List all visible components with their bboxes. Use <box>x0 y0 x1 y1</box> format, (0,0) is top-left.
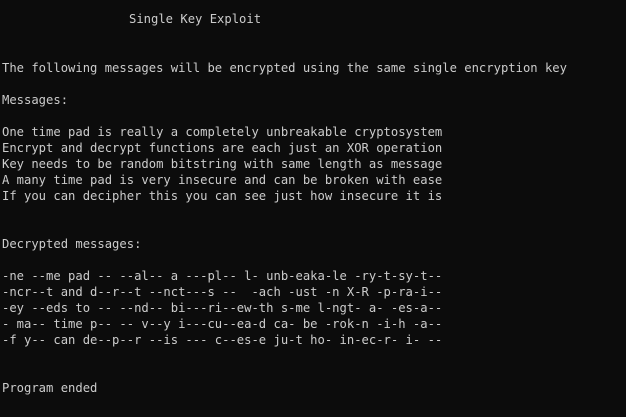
decrypted-line: -ncr--t and d--r--t --nct---s -- -ach -u… <box>2 285 443 299</box>
decrypted-line: - ma-- time p-- -- v--y i---cu--ea-d ca-… <box>2 317 443 331</box>
intro-text: The following messages will be encrypted… <box>2 61 567 75</box>
messages-heading: Messages: <box>2 93 69 107</box>
decrypted-line: -ne --me pad -- --al-- a ---pl-- l- unb-… <box>2 269 443 283</box>
decrypted-heading: Decrypted messages: <box>2 237 142 251</box>
message-line: A many time pad is very insecure and can… <box>2 173 443 187</box>
decrypted-line: -ey --eds to -- --nd-- bi---ri--ew-th s-… <box>2 301 443 315</box>
console-window[interactable]: Single Key Exploit The following message… <box>0 0 626 417</box>
message-line: If you can decipher this you can see jus… <box>2 189 443 203</box>
program-ended-text: Program ended <box>2 381 98 395</box>
message-line: Encrypt and decrypt functions are each j… <box>2 141 443 155</box>
decrypted-line: -f y-- can de--p--r --is --- c--es-e ju-… <box>2 333 443 347</box>
message-line: One time pad is really a completely unbr… <box>2 125 443 139</box>
program-title: Single Key Exploit <box>129 12 262 26</box>
message-line: Key needs to be random bitstring with sa… <box>2 157 443 171</box>
